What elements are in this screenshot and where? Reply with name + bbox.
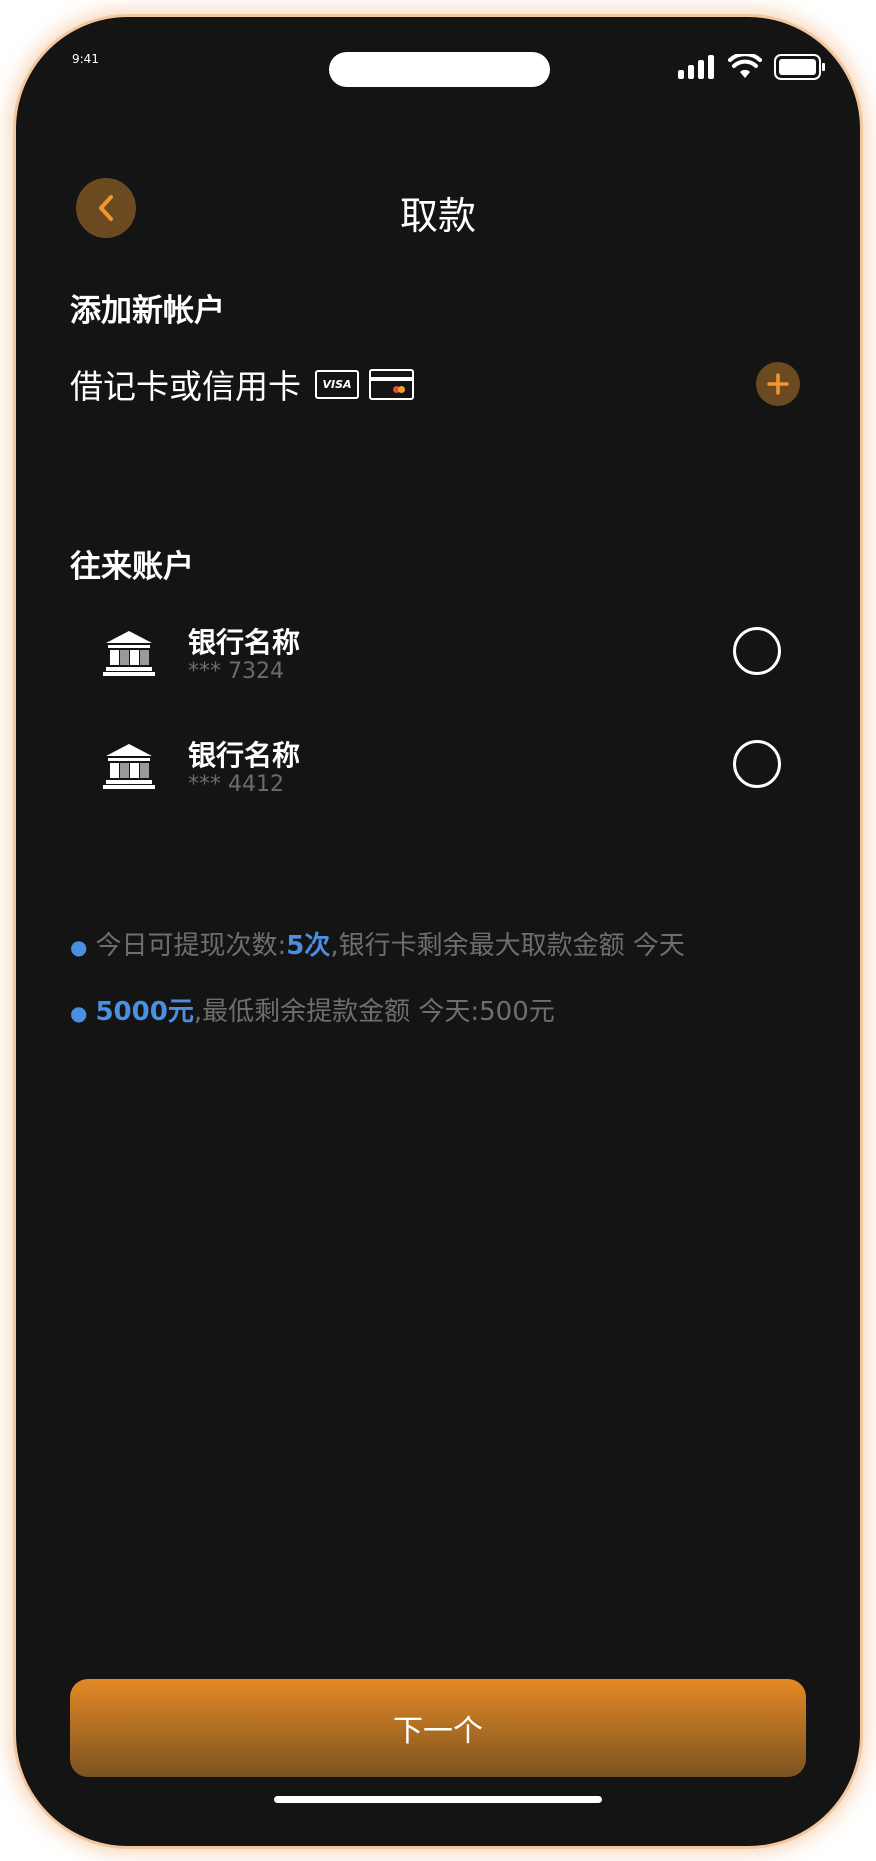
withdraw-info-line-1: ● 今日可提现次数:5次,银行卡剩余最大取款金额 今天 xyxy=(70,925,685,962)
account-radio[interactable] xyxy=(733,740,781,788)
next-button[interactable]: 下一个 xyxy=(70,1679,806,1777)
max-amount: 5000元 xyxy=(95,997,194,1027)
account-number: *** 4412 xyxy=(188,772,284,797)
bank-icon xyxy=(103,744,155,789)
dynamic-island xyxy=(329,52,550,87)
withdraw-count: 5次 xyxy=(286,931,331,961)
bullet-dot: ● xyxy=(70,935,88,959)
visa-icon: VISA xyxy=(315,369,359,399)
account-radio[interactable] xyxy=(733,627,781,675)
plus-icon xyxy=(767,373,789,395)
withdraw-info-line-2: ● 5000元,最低剩余提款金额 今天:500元 xyxy=(70,991,555,1028)
info-prefix: 今日可提现次数: xyxy=(95,931,287,961)
phone-screen: 9:41 取款 添加新帐户 借记卡或信用卡 VISA 往来账户 银行名称 ***… xyxy=(16,17,860,1846)
status-icons xyxy=(678,54,826,80)
account-number: *** 7324 xyxy=(188,659,284,684)
credit-card-icon xyxy=(369,368,414,400)
bank-icon xyxy=(103,631,155,676)
page-title: 取款 xyxy=(399,194,476,238)
wifi-icon xyxy=(728,54,762,78)
account-item[interactable]: 银行名称 *** 7324 xyxy=(102,621,802,691)
debit-credit-card-row[interactable]: 借记卡或信用卡 VISA xyxy=(70,360,414,408)
bank-name: 银行名称 xyxy=(188,626,301,659)
home-indicator xyxy=(274,1796,602,1803)
info-suffix: ,银行卡剩余最大取款金额 今天 xyxy=(330,931,685,961)
card-type-label: 借记卡或信用卡 xyxy=(70,367,301,406)
battery-icon xyxy=(774,54,825,80)
accounts-title: 往来账户 xyxy=(70,549,194,585)
status-time: 9:41 xyxy=(72,52,99,66)
account-item[interactable]: 银行名称 *** 4412 xyxy=(102,734,802,804)
signal-icon xyxy=(678,55,714,79)
bank-name: 银行名称 xyxy=(188,739,301,772)
bullet-dot: ● xyxy=(70,1001,88,1025)
add-card-button[interactable] xyxy=(756,362,800,406)
info-suffix: ,最低剩余提款金额 今天:500元 xyxy=(193,997,555,1027)
add-account-title: 添加新帐户 xyxy=(70,293,225,329)
